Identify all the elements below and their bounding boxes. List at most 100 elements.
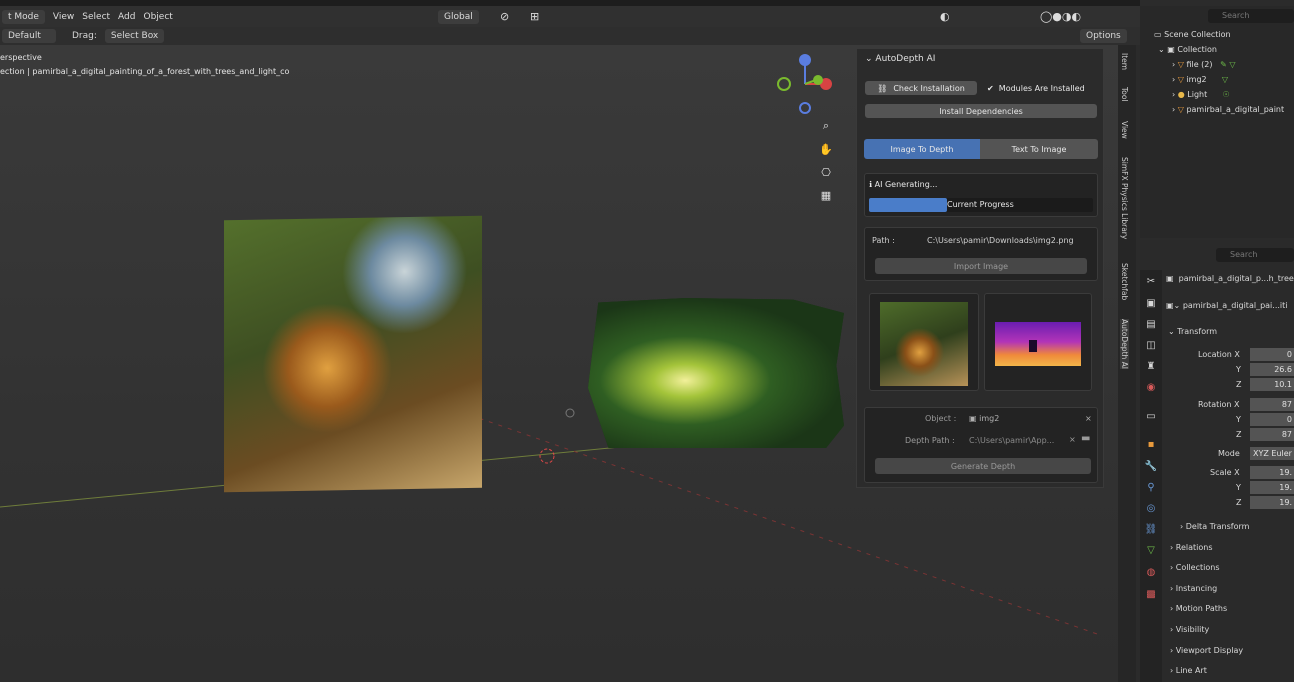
- 3d-cursor-icon: [539, 448, 555, 464]
- shading-icons[interactable]: ◯●◑◐: [1040, 10, 1081, 23]
- location-y-field[interactable]: 26.6: [1250, 363, 1294, 376]
- world-icon[interactable]: ◉: [1145, 381, 1157, 393]
- particles-icon[interactable]: ⚲: [1145, 481, 1157, 493]
- proportional-icon[interactable]: ⊞: [530, 10, 539, 23]
- tab-simfx[interactable]: SimFX Physics Library: [1120, 157, 1129, 239]
- sidebar-tabs: Item Tool View SimFX Physics Library Ske…: [1118, 45, 1136, 682]
- data-icon[interactable]: ▽: [1145, 544, 1157, 556]
- path-value[interactable]: C:\Users\pamir\Downloads\img2.png: [927, 236, 1074, 245]
- texture-icon[interactable]: ▩: [1145, 588, 1157, 600]
- render-icon[interactable]: ▣: [1145, 297, 1157, 309]
- relations-label: Relations: [1175, 543, 1213, 552]
- scene-icon[interactable]: ♜: [1145, 360, 1157, 372]
- material-icon[interactable]: ◍: [1145, 566, 1157, 578]
- location-y-label: Y: [1236, 365, 1241, 374]
- object-props-icon[interactable]: ▪: [1145, 438, 1157, 450]
- scale-x-field[interactable]: 19.: [1250, 466, 1294, 479]
- outliner-search-input[interactable]: Search: [1208, 9, 1294, 23]
- clear-object-icon[interactable]: ×: [1085, 414, 1092, 423]
- panel-title[interactable]: ⌄ AutoDepth AI: [865, 54, 935, 64]
- panel-title-text: AutoDepth AI: [875, 54, 936, 64]
- progress-label: Current Progress: [947, 200, 1014, 209]
- import-image-button[interactable]: Import Image: [875, 258, 1087, 274]
- location-x-field[interactable]: 0: [1250, 348, 1294, 361]
- location-z-field[interactable]: 10.1: [1250, 378, 1294, 391]
- img2-label: img2: [1186, 75, 1207, 84]
- section-collections[interactable]: › Collections: [1170, 563, 1220, 572]
- section-delta-transform[interactable]: › Delta Transform: [1180, 522, 1249, 531]
- outliner-item-light[interactable]: › ● Light ☉: [1172, 90, 1230, 99]
- axis-z-icon: [799, 54, 811, 66]
- motion-paths-label: Motion Paths: [1175, 604, 1228, 613]
- snap-icon[interactable]: ⊘: [500, 10, 509, 23]
- tool-icon[interactable]: ✂: [1145, 275, 1157, 287]
- visibility-icon[interactable]: ◐: [940, 10, 950, 23]
- data-name-label: pamirbal_a_digital_pai...iti: [1182, 301, 1288, 310]
- orientation-default-dropdown[interactable]: Default: [2, 29, 56, 43]
- collection-label: Collection: [1177, 45, 1217, 54]
- data-name-row[interactable]: ▣⌄ pamirbal_a_digital_pai...iti: [1166, 301, 1287, 310]
- tab-sketchfab[interactable]: Sketchfab: [1120, 263, 1129, 300]
- install-dependencies-button[interactable]: Install Dependencies: [865, 104, 1097, 118]
- check-installation-button[interactable]: ⛓ Check Installation: [865, 81, 977, 95]
- scale-z-field[interactable]: 19.: [1250, 496, 1294, 509]
- physics-icon[interactable]: ◎: [1145, 502, 1157, 514]
- section-visibility[interactable]: › Visibility: [1170, 625, 1209, 634]
- depth-path-value[interactable]: C:\Users\pamir\App...: [969, 436, 1054, 445]
- rotation-z-field[interactable]: 87: [1250, 428, 1294, 441]
- folder-icon[interactable]: ▬: [1081, 433, 1090, 444]
- orientation-dropdown[interactable]: Global: [438, 9, 479, 24]
- rotation-y-field[interactable]: 0: [1250, 413, 1294, 426]
- outliner-item-file[interactable]: › ▽ file (2) ✎ ▽: [1172, 60, 1236, 69]
- tab-image-to-depth[interactable]: Image To Depth: [864, 139, 980, 159]
- section-motion-paths[interactable]: › Motion Paths: [1170, 604, 1227, 613]
- constraints-icon[interactable]: ⛓: [1145, 523, 1158, 535]
- object-name-row[interactable]: ▣ pamirbal_a_digital_p...h_tree: [1166, 274, 1294, 283]
- tab-item[interactable]: Item: [1120, 53, 1129, 70]
- modifier-icon[interactable]: 🔧: [1145, 460, 1157, 472]
- properties-tab-icons: ✂ ▣ ▤ ◫ ♜ ◉ ▭ ▪ 🔧 ⚲ ◎ ⛓ ▽ ◍ ▩: [1140, 270, 1162, 682]
- section-instancing[interactable]: › Instancing: [1170, 584, 1217, 593]
- menu-view[interactable]: View: [53, 12, 74, 22]
- transform-header[interactable]: ⌄ Transform: [1168, 327, 1217, 336]
- section-relations[interactable]: › Relations: [1170, 543, 1213, 552]
- section-line-art[interactable]: › Line Art: [1170, 666, 1207, 675]
- section-viewport-display[interactable]: › Viewport Display: [1170, 646, 1243, 655]
- zoom-icon[interactable]: ⌕: [816, 116, 836, 136]
- navigation-gizmo[interactable]: [776, 52, 836, 116]
- object-field[interactable]: ▣ img2 ×: [969, 414, 1092, 423]
- scale-x-label: Scale X: [1210, 468, 1240, 477]
- view-layer-icon[interactable]: ◫: [1145, 339, 1157, 351]
- ai-status-label: AI Generating...: [874, 180, 938, 189]
- rotation-x-field[interactable]: 87: [1250, 398, 1294, 411]
- select-box-dropdown[interactable]: Select Box: [104, 29, 165, 43]
- viewport-display-label: Viewport Display: [1175, 646, 1244, 655]
- pan-hand-icon[interactable]: ✋: [816, 139, 836, 159]
- forest-painting-plane[interactable]: [224, 215, 482, 493]
- menu-add[interactable]: Add: [118, 12, 135, 22]
- generate-depth-button[interactable]: Generate Depth: [875, 458, 1091, 474]
- import-image-label: Import Image: [953, 261, 1009, 271]
- grid-icon[interactable]: ▦: [816, 185, 836, 205]
- menu-select[interactable]: Select: [82, 12, 110, 22]
- tab-text-to-image[interactable]: Text To Image: [980, 139, 1098, 159]
- collections-label: Collections: [1175, 563, 1220, 572]
- outliner-item-img2[interactable]: › ▽ img2 ▽: [1172, 75, 1228, 84]
- menu-object[interactable]: Object: [143, 12, 172, 22]
- tab-tool[interactable]: Tool: [1120, 87, 1129, 102]
- mode-dropdown[interactable]: t Mode: [2, 9, 45, 24]
- options-dropdown[interactable]: Options: [1080, 29, 1127, 43]
- output-icon[interactable]: ▤: [1145, 318, 1157, 330]
- outliner-item-painting[interactable]: › ▽ pamirbal_a_digital_paint: [1172, 105, 1284, 114]
- collection-item[interactable]: ⌄ ▣ Collection: [1158, 45, 1217, 54]
- collection-icon[interactable]: ▭: [1145, 410, 1157, 422]
- tab-autodepth[interactable]: AutoDepth AI: [1120, 319, 1129, 369]
- mode-dropdown-field[interactable]: XYZ Euler: [1250, 447, 1294, 460]
- forest-tunnel-depth-plane[interactable]: [588, 298, 844, 448]
- scale-y-field[interactable]: 19.: [1250, 481, 1294, 494]
- camera-icon[interactable]: ⎔: [816, 162, 836, 182]
- tab-view[interactable]: View: [1120, 121, 1129, 139]
- clear-depth-path-icon[interactable]: ×: [1069, 435, 1076, 444]
- scene-collection[interactable]: ▭ Scene Collection: [1154, 30, 1231, 39]
- properties-search-input[interactable]: Search: [1216, 248, 1294, 262]
